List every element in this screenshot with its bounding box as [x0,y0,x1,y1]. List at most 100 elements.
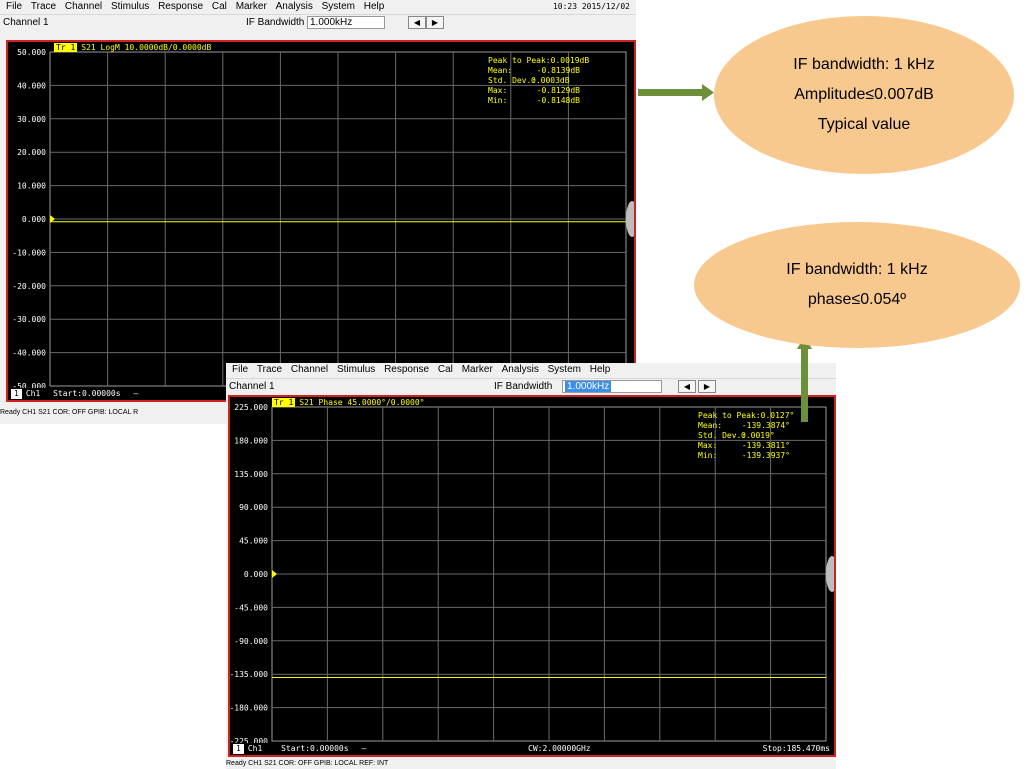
menu-stimulus[interactable]: Stimulus [111,1,149,12]
if-bandwidth-label: IF Bandwidth [246,17,305,28]
phase-reference-marker [272,570,277,578]
if-bandwidth-label: IF Bandwidth [494,381,553,392]
menu-response[interactable]: Response [384,364,429,375]
menu-channel[interactable]: Channel [65,1,102,12]
phase-y-tick-label: -90.000 [234,637,268,646]
callout-amplitude-line2: Amplitude≤0.007dB [794,86,934,103]
phase-y-tick-label: 225.000 [234,403,268,412]
amplitude-y-tick-label: -20.000 [12,282,46,291]
footer-stop: Stop:185.470ms [762,744,830,753]
clock: 10:23 2015/12/02 [552,2,630,11]
plot-area-amplitude: 50.000 40.000 30.000 20.000 10.000 0.000 -10.0… [6,40,636,402]
plot-area-phase: 225.000 180.000 135.000 90.000 45.000 0.000 -4… [228,395,836,757]
footer-cw: CW:2.00000GHz [528,744,591,753]
stat-mean-value: -0.8139dB [536,66,580,75]
amplitude-y-tick-label: 40.000 [17,81,46,90]
stat-std-value: 0.0019° [741,431,775,440]
footer-start: Start:0.00000s [281,744,349,753]
phase-y-tick-label: 135.000 [234,470,268,479]
menu-help[interactable]: Help [364,1,385,12]
menu-trace[interactable]: Trace [257,364,282,375]
if-bandwidth-input[interactable]: 1.000kHz [562,380,662,393]
stat-peak-value: 0.0019dB [550,56,590,65]
menu-marker[interactable]: Marker [236,1,267,12]
menu-trace[interactable]: Trace [31,1,56,12]
statistics-panel: Peak to Peak: 0.0127° Mean: -139.3874° Std… [698,411,794,461]
footer-channel: Ch1 [247,744,263,753]
amplitude-y-tick-label: -40.000 [12,349,46,358]
menu-stimulus[interactable]: Stimulus [337,364,375,375]
statistics-panel: Peak to Peak: 0.0019dB Mean: -0.8139dB Std… [488,56,589,106]
menu-file[interactable]: File [232,364,248,375]
callout-amplitude: IF bandwidth: 1 kHz Amplitude≤0.007dB Ty… [714,16,1014,174]
right-arrow-icon [638,84,714,101]
menu-response[interactable]: Response [158,1,203,12]
menu-analysis[interactable]: Analysis [502,364,539,375]
stat-max-value: -139.3811° [741,441,790,450]
callout-phase-line2: phase≤0.054º [807,291,907,308]
stat-mean-value: -139.3874° [741,421,790,430]
phase-scale-knob [826,556,834,592]
menu-system[interactable]: System [548,364,581,375]
menu-analysis[interactable]: Analysis [276,1,313,12]
if-bandwidth-value: 1.000kHz [565,381,612,392]
stat-peak-label: Peak to Peak: [488,56,551,65]
menu-channel[interactable]: Channel [291,364,328,375]
trace-label[interactable]: Tr 1 S21 Phase 45.0000°/0.0000° [272,398,425,407]
vna-window-amplitude: File Trace Channel Stimulus Response Cal… [0,0,636,424]
trace-format: S21 Phase 45.0000°/0.0000° [299,398,425,407]
amplitude-y-tick-label: 30.000 [17,115,46,124]
amplitude-scale-knob [626,201,634,237]
menu-help[interactable]: Help [590,364,611,375]
right-arrow-button[interactable]: ▶ [698,380,716,393]
amplitude-y-tick-label: 10.000 [17,182,46,191]
vna-window-phase: File Trace Channel Stimulus Response Cal… [226,363,836,769]
menu-cal[interactable]: Cal [212,1,227,12]
footer-start: Start:0.00000s [53,389,121,398]
trace-label[interactable]: Tr 1 S21 LogM 10.0000dB/0.0000dB [54,43,211,52]
phase-y-tick-label: 45.000 [239,537,268,546]
amplitude-y-tick-label: -10.000 [12,248,46,257]
stat-max-value: -0.8129dB [536,86,580,95]
menu-system[interactable]: System [322,1,355,12]
left-arrow-button[interactable]: ◀ [408,16,426,29]
stat-std-label: Std. Dev.: [698,431,747,440]
phase-y-tick-label: 180.000 [234,436,268,445]
menu-cal[interactable]: Cal [438,364,453,375]
if-bandwidth-input[interactable]: 1.000kHz [307,16,385,29]
channel-badge[interactable]: 1 [233,744,244,754]
channel-label: Channel 1 [3,17,49,28]
stat-peak-label: Peak to Peak: [698,411,761,420]
amplitude-y-tick-label: 50.000 [17,48,46,57]
trace-badge: Tr 1 [54,43,78,52]
menu-bar: File Trace Channel Stimulus Response Cal… [0,0,636,13]
menu-marker[interactable]: Marker [462,364,493,375]
phase-y-tick-label: 0.000 [244,570,268,579]
stat-peak-value: 0.0127° [760,411,795,420]
footer-dash: — [361,744,367,753]
stat-max-label: Max: [488,86,508,95]
entry-toolbar: Channel 1 IF Bandwidth 1.000kHz ◀ ▶ [226,378,836,394]
stat-max-label: Max: [698,441,718,450]
stat-min-value: -139.3937° [741,451,790,460]
left-arrow-button[interactable]: ◀ [678,380,696,393]
footer-channel: Ch1 [25,389,41,398]
stat-mean-label: Mean: [698,421,723,430]
entry-toolbar: Channel 1 IF Bandwidth 1.000kHz ◀ ▶ [0,14,636,30]
menu-file[interactable]: File [6,1,22,12]
trace-badge: Tr 1 [272,398,296,407]
stat-min-label: Min: [488,96,508,105]
phase-y-tick-label: -135.000 [230,670,268,679]
footer-dash: — [133,389,139,398]
amplitude-y-tick-label: -30.000 [12,315,46,324]
trace-format: S21 LogM 10.0000dB/0.0000dB [81,43,212,52]
status-bar: Ready CH1 S21 COR: OFF GPIB: LOCAL REF: … [226,759,836,769]
menu-bar: File Trace Channel Stimulus Response Cal… [226,363,836,376]
channel-badge[interactable]: 1 [11,389,22,399]
amplitude-y-tick-label: 20.000 [17,148,46,157]
stat-mean-label: Mean: [488,66,513,75]
phase-y-tick-label: 90.000 [239,503,268,512]
stat-min-value: -0.8148dB [536,96,580,105]
stat-std-label: Std. Dev.: [488,76,537,85]
right-arrow-button[interactable]: ▶ [426,16,444,29]
